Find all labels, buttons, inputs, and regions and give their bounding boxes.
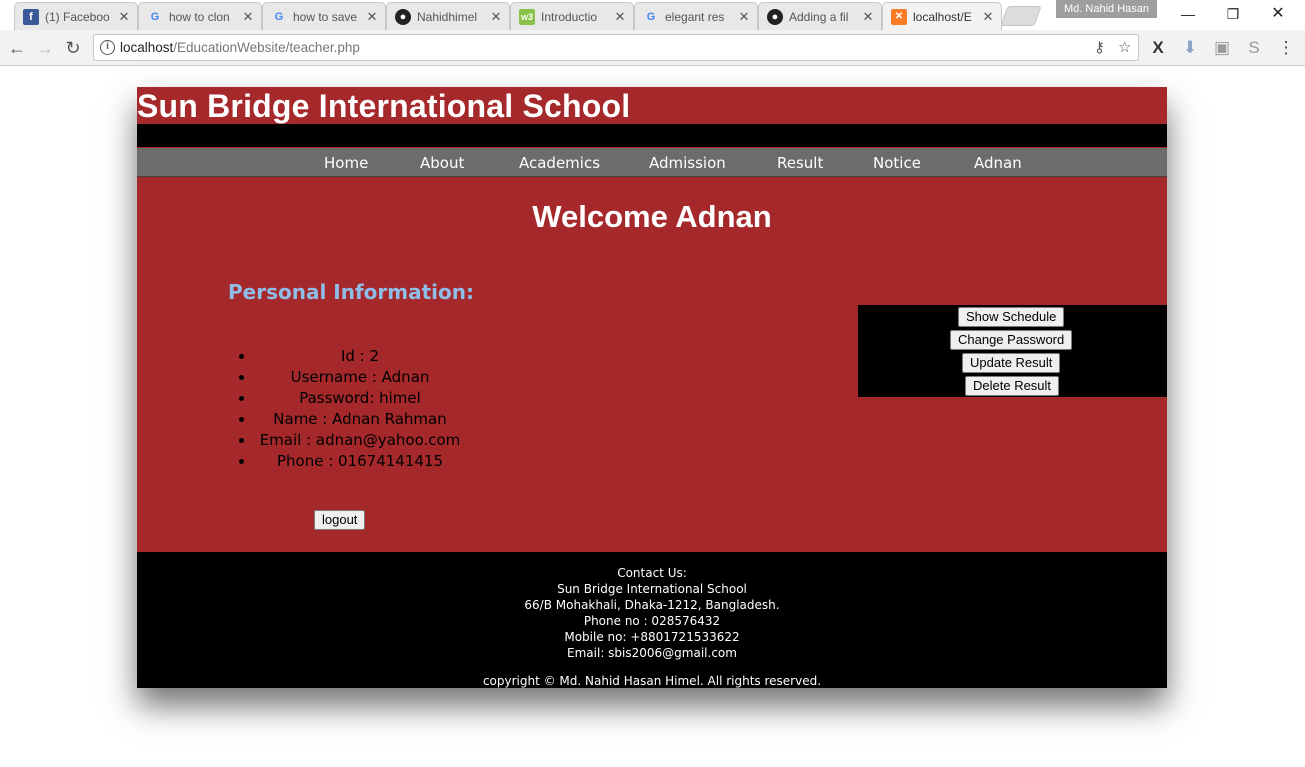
footer-address: 66/B Mohakhali, Dhaka-1212, Bangladesh. [524, 598, 780, 612]
tab-title: (1) Faceboo [45, 9, 110, 24]
tab-title: Introductio [541, 9, 598, 24]
tab-title: how to clon [169, 9, 230, 24]
info-phone: Phone : 01674141415 [255, 451, 465, 472]
teacher-actions-panel: Show Schedule Change Password Update Res… [858, 305, 1167, 397]
close-tab-icon[interactable]: ✕ [861, 9, 875, 25]
footer-phone: Phone no : 028576432 [583, 614, 721, 628]
browser-tab[interactable]: f (1) Faceboo ✕ [14, 2, 138, 30]
nav-admission[interactable]: Admission [649, 154, 726, 172]
footer-email: Email: sbis2006@gmail.com [567, 646, 737, 660]
footer-mobile: Mobile no: +8801721533622 [564, 630, 740, 644]
info-icon[interactable]: i [100, 40, 115, 55]
browser-tab[interactable]: ● Adding a fil ✕ [758, 2, 882, 30]
site-footer: Contact Us: Sun Bridge International Sch… [137, 552, 1167, 688]
maximize-icon[interactable]: ❐ [1218, 4, 1248, 24]
nav-notice[interactable]: Notice [873, 154, 921, 172]
main-content: Welcome Adnan Personal Information: Id :… [137, 177, 1167, 552]
browser-tab[interactable]: G how to clon ✕ [138, 2, 262, 30]
site-header: Sun Bridge International School [137, 87, 1167, 124]
minimize-icon[interactable]: — [1173, 4, 1203, 24]
forward-arrow-icon[interactable]: → [34, 37, 56, 59]
browser-tab[interactable]: G elegant res ✕ [634, 2, 758, 30]
close-tab-icon[interactable]: ✕ [117, 9, 131, 25]
close-tab-icon[interactable]: ✕ [613, 9, 627, 25]
pdf-extension-icon[interactable]: ▣ [1211, 37, 1233, 59]
personal-info-heading: Personal Information: [228, 280, 474, 304]
close-tab-icon[interactable]: ✕ [737, 9, 751, 25]
personal-info-list: Id : 2 Username : Adnan Password: himel … [247, 346, 465, 472]
tab-title: how to save [293, 9, 358, 24]
tab-title: localhost/E [913, 10, 972, 24]
change-password-button[interactable]: Change Password [950, 330, 1073, 350]
skype-icon[interactable]: S [1243, 37, 1265, 59]
address-bar[interactable]: i localhost/EducationWebsite/teacher.php… [93, 34, 1139, 61]
footer-copyright: copyright © Md. Nahid Hasan Himel. All r… [482, 674, 822, 688]
url-path: /EducationWebsite/teacher.php [173, 40, 360, 55]
facebook-icon: f [23, 8, 39, 25]
nav-home[interactable]: Home [324, 154, 368, 172]
nav-academics[interactable]: Academics [519, 154, 600, 172]
tab-title: Adding a fil [789, 9, 849, 24]
browser-tab-active[interactable]: ✕ localhost/E ✕ [882, 2, 1002, 31]
tab-title: Nahidhimel [417, 9, 478, 24]
info-username: Username : Adnan [255, 367, 465, 388]
xampp-icon: ✕ [891, 9, 907, 25]
footer-contact-title: Contact Us: [617, 566, 687, 580]
profile-badge[interactable]: Md. Nahid Hasan [1056, 0, 1157, 18]
w3-icon: w3 [519, 8, 535, 25]
close-window-icon[interactable]: ✕ [1263, 4, 1293, 24]
browser-tab[interactable]: G how to save ✕ [262, 2, 386, 30]
info-name: Name : Adnan Rahman [255, 409, 465, 430]
tab-title: elegant res [665, 9, 725, 24]
tab-strip: f (1) Faceboo ✕ G how to clon ✕ G how to… [0, 0, 1305, 31]
github-icon: ● [767, 8, 783, 25]
show-schedule-button[interactable]: Show Schedule [958, 307, 1065, 327]
nav-result[interactable]: Result [777, 154, 823, 172]
nav-about[interactable]: About [420, 154, 464, 172]
header-divider [137, 124, 1167, 147]
nav-user-adnan[interactable]: Adnan [974, 154, 1022, 172]
main-nav: Home About Academics Admission Result No… [137, 147, 1167, 177]
site-container: Sun Bridge International School Home Abo… [137, 87, 1167, 688]
info-email: Email : adnan@yahoo.com [255, 430, 465, 451]
delete-result-button[interactable]: Delete Result [965, 376, 1060, 396]
google-icon: G [646, 10, 656, 23]
info-password: Password: himel [255, 388, 465, 409]
extension-x-icon[interactable]: X [1147, 37, 1169, 59]
reload-icon[interactable]: ↻ [62, 37, 84, 59]
info-id: Id : 2 [255, 346, 465, 367]
close-tab-icon[interactable]: ✕ [365, 9, 379, 25]
browser-tab[interactable]: ● Nahidhimel ✕ [386, 2, 510, 30]
browser-tab[interactable]: w3 Introductio ✕ [510, 2, 634, 30]
menu-dots-icon[interactable]: ⋮ [1275, 37, 1297, 59]
site-title: Sun Bridge International School [137, 88, 631, 124]
logout-button[interactable]: logout [314, 510, 366, 530]
bookmark-star-icon[interactable]: ☆ [1118, 38, 1131, 56]
close-tab-icon[interactable]: ✕ [981, 9, 995, 25]
google-icon: G [274, 10, 284, 23]
close-tab-icon[interactable]: ✕ [241, 9, 255, 25]
footer-school-name: Sun Bridge International School [557, 582, 747, 596]
back-arrow-icon[interactable]: ← [6, 37, 28, 59]
google-icon: G [150, 10, 160, 23]
update-result-button[interactable]: Update Result [962, 353, 1061, 373]
close-tab-icon[interactable]: ✕ [489, 9, 503, 25]
browser-toolbar: ← → ↻ i localhost/EducationWebsite/teach… [0, 30, 1305, 66]
download-icon[interactable]: ⬇ [1179, 37, 1201, 59]
url-text[interactable]: localhost/EducationWebsite/teacher.php [120, 40, 360, 55]
welcome-heading: Welcome Adnan [532, 199, 772, 234]
github-icon: ● [395, 8, 411, 25]
key-icon[interactable]: ⚷ [1094, 38, 1105, 56]
url-host: localhost [120, 40, 174, 55]
new-tab-button[interactable] [1000, 6, 1042, 26]
